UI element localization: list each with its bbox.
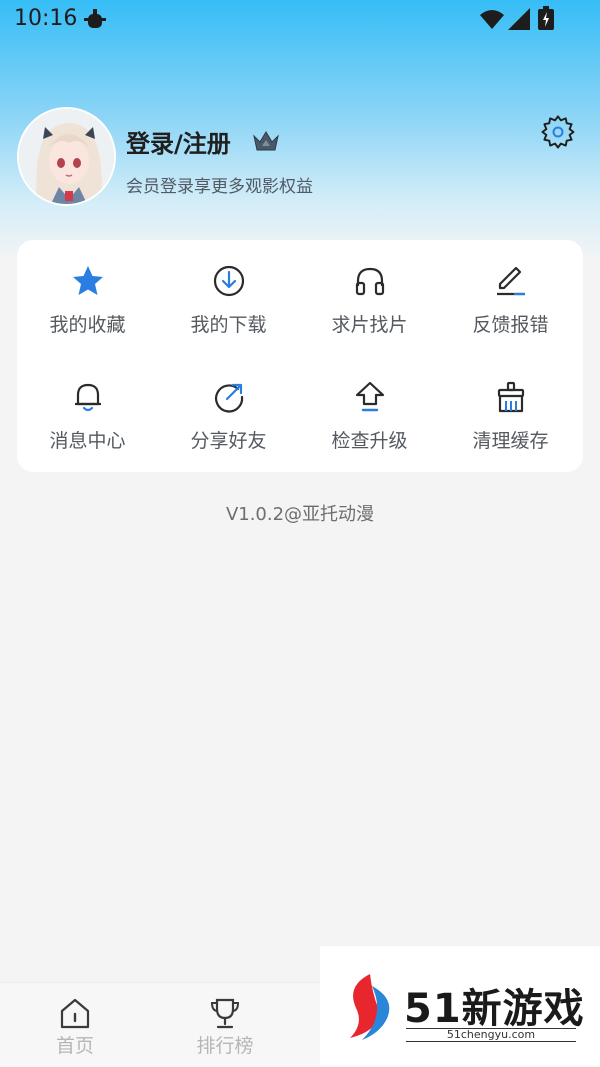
watermark-title: 51新游戏 [404, 986, 585, 1032]
menu-label: 我的下载 [190, 314, 267, 336]
share-icon [215, 383, 244, 413]
menu-label: 清理缓存 [472, 430, 549, 452]
menu-item-update[interactable]: 检查升级 [299, 356, 440, 472]
upgrade-icon [355, 381, 385, 412]
version-text: V1.0.2@亚托动漫 [225, 504, 375, 525]
bell-icon [75, 383, 101, 412]
menu-item-clear-cache[interactable]: 清理缓存 [440, 356, 581, 472]
tab-home[interactable]: 首页 [0, 983, 150, 1067]
menu-label: 分享好友 [190, 430, 267, 452]
menu-item-downloads[interactable]: 我的下载 [158, 240, 299, 356]
menu-label: 消息中心 [49, 430, 126, 452]
menu-label: 检查升级 [331, 430, 408, 452]
broom-icon [497, 381, 525, 413]
menu-item-favorites[interactable]: 我的收藏 [17, 240, 158, 356]
bug-icon [84, 9, 106, 28]
menu-item-feedback[interactable]: 反馈报错 [440, 240, 581, 356]
tab-label: 首页 [55, 1035, 94, 1057]
watermark-site: 51chengyu.com [406, 1028, 576, 1042]
tab-label: 排行榜 [196, 1035, 254, 1057]
gear-icon[interactable] [541, 115, 575, 149]
menu-item-request[interactable]: 求片找片 [299, 240, 440, 356]
wifi-icon [480, 10, 504, 29]
menu-item-share[interactable]: 分享好友 [158, 356, 299, 472]
menu-label: 反馈报错 [472, 314, 549, 336]
signal-icon [508, 8, 530, 30]
edit-icon [497, 266, 525, 296]
avatar[interactable] [17, 107, 116, 206]
menu-item-messages[interactable]: 消息中心 [17, 356, 158, 472]
anime-avatar-image [19, 109, 114, 204]
menu-card: 我的收藏 我的下载 求片找片 反馈报错 消息中心 分享好友 检查升级 清理缓存 [17, 240, 583, 472]
battery-icon [538, 6, 554, 30]
watermark-logo-icon [350, 974, 390, 1040]
status-bar: 10:16 [0, 0, 600, 40]
menu-label: 我的收藏 [49, 314, 126, 336]
trophy-icon [210, 998, 240, 1029]
star-icon [73, 266, 103, 295]
headphones-icon [355, 267, 385, 296]
watermark: 51新游戏 51chengyu.com [320, 946, 600, 1066]
login-register-title[interactable]: 登录/注册 [126, 124, 231, 159]
tab-ranking[interactable]: 排行榜 [150, 983, 300, 1067]
crown-icon [253, 131, 279, 151]
home-icon [60, 998, 90, 1029]
download-icon [213, 265, 245, 297]
login-subtitle: 会员登录享更多观影权益 [126, 177, 313, 197]
menu-label: 求片找片 [331, 314, 408, 336]
status-time: 10:16 [14, 6, 78, 31]
